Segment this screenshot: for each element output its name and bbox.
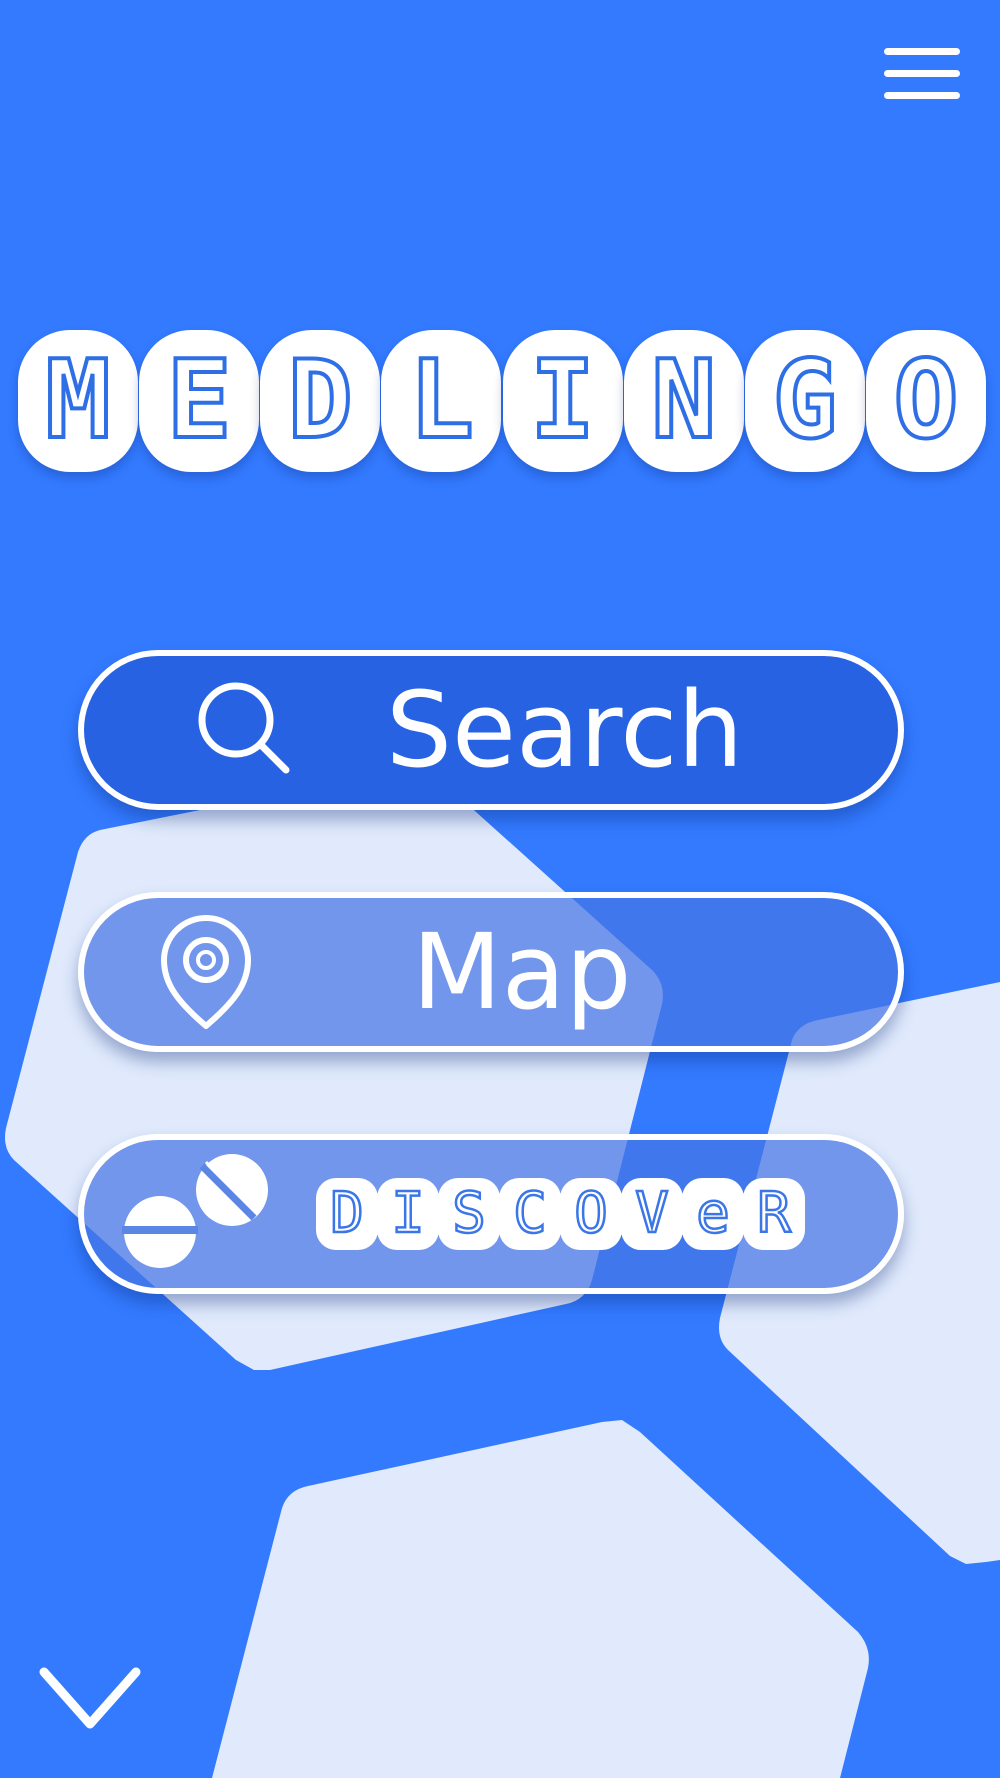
logo-letter: L	[381, 330, 502, 472]
discover-letter: R	[743, 1178, 805, 1250]
logo-letter: N	[623, 330, 744, 472]
app-logo: M E D L I N G O	[18, 330, 986, 472]
logo-letter: M	[18, 330, 138, 472]
background-shapes	[5, 767, 1000, 1778]
map-button[interactable]: Map	[78, 892, 904, 1052]
search-button[interactable]: Search	[78, 650, 904, 810]
pills-icon	[122, 1154, 268, 1268]
home-screen: M E D L I N G O Search Map D I S C O V e…	[0, 0, 1000, 1778]
search-icon	[198, 682, 290, 774]
bg-hexagon-bottom	[212, 1420, 869, 1778]
logo-letter: G	[744, 330, 865, 472]
logo-letter: I	[502, 330, 623, 472]
discover-letter: V	[621, 1178, 683, 1250]
discover-letter: S	[438, 1178, 500, 1250]
discover-letter: O	[560, 1178, 622, 1250]
logo-letter: D	[260, 330, 381, 472]
menu-button[interactable]	[876, 40, 964, 112]
map-button-label: Map	[412, 911, 632, 1033]
chevron-down-icon	[39, 1667, 141, 1729]
logo-letter: O	[865, 330, 986, 472]
discover-letter: I	[377, 1178, 439, 1250]
discover-button-label: D I S C O V e R	[316, 1178, 805, 1250]
discover-letter: e	[682, 1178, 744, 1250]
logo-letter: E	[139, 330, 260, 472]
discover-letter: D	[316, 1178, 378, 1250]
scroll-down-button[interactable]	[30, 1660, 150, 1740]
discover-button[interactable]: D I S C O V e R	[78, 1134, 904, 1294]
map-pin-icon	[161, 915, 251, 1029]
search-button-label: Search	[386, 669, 744, 791]
discover-letter: C	[499, 1178, 561, 1250]
